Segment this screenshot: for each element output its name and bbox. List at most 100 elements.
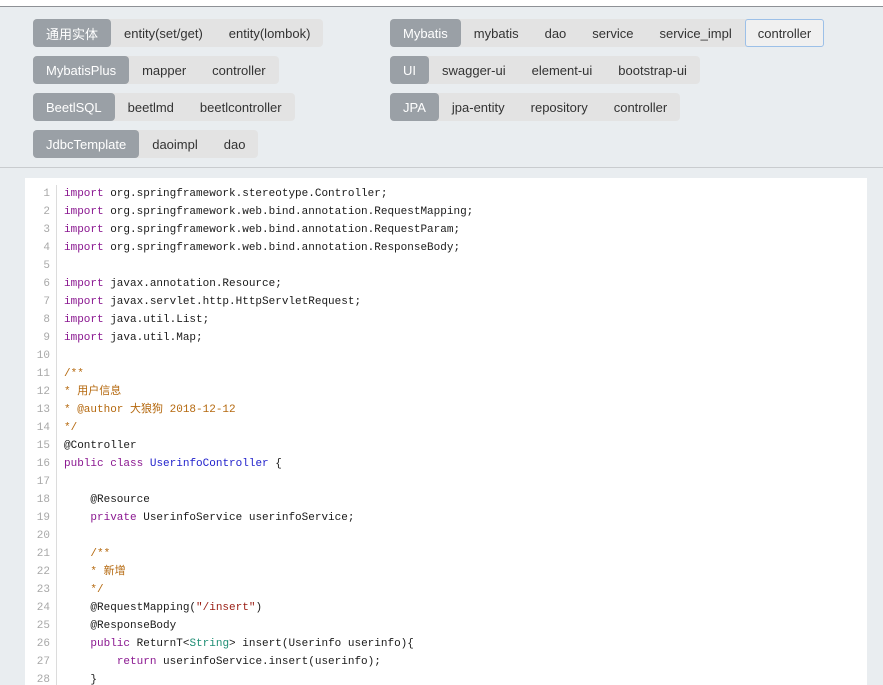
- code-segment: UserinfoController: [150, 458, 269, 470]
- generator-groups-left: 通用实体entity(set/get)entity(lombok)Mybatis…: [33, 19, 390, 167]
- code-segment: }: [64, 674, 97, 685]
- line-number: 14: [25, 419, 57, 437]
- code-segment: userinfoService.insert(userinfo);: [156, 656, 380, 668]
- code-segment: */: [64, 584, 104, 596]
- code-line: 9import java.util.Map;: [25, 329, 867, 347]
- code-line: 28 }: [25, 671, 867, 685]
- code-line: 24 @RequestMapping("/insert"): [25, 599, 867, 617]
- code-text: @Controller: [57, 437, 137, 455]
- code-segment: javax.annotation.Resource;: [104, 278, 282, 290]
- code-text: /**: [57, 365, 84, 383]
- tab-ui-swagger-ui[interactable]: swagger-ui: [429, 56, 519, 84]
- code-text: [57, 257, 64, 275]
- line-number: 15: [25, 437, 57, 455]
- code-segment: * @author 大狼狗 2018-12-12: [64, 404, 236, 416]
- line-number: 3: [25, 221, 57, 239]
- line-number: 2: [25, 203, 57, 221]
- code-text: * @author 大狼狗 2018-12-12: [57, 401, 236, 419]
- tab-jpa-controller[interactable]: controller: [601, 93, 680, 121]
- code-text: public class UserinfoController {: [57, 455, 282, 473]
- group-label-mybatis: Mybatis: [390, 19, 461, 47]
- code-text: * 新增: [57, 563, 126, 581]
- line-number: 24: [25, 599, 57, 617]
- tab-beetlsql-beetlmd[interactable]: beetlmd: [115, 93, 187, 121]
- code-text: return userinfoService.insert(userinfo);: [57, 653, 381, 671]
- tab-jpa-repository[interactable]: repository: [518, 93, 601, 121]
- tab-jpa-jpa-entity[interactable]: jpa-entity: [439, 93, 518, 121]
- code-line: 7import javax.servlet.http.HttpServletRe…: [25, 293, 867, 311]
- tab-mybatis-service-impl[interactable]: service_impl: [646, 19, 744, 47]
- tab-mybatis-controller[interactable]: controller: [745, 19, 824, 47]
- group-label-ui: UI: [390, 56, 429, 84]
- line-number: 28: [25, 671, 57, 685]
- code-line: 3import org.springframework.web.bind.ann…: [25, 221, 867, 239]
- code-line: 19 private UserinfoService userinfoServi…: [25, 509, 867, 527]
- code-segment: * 新增: [64, 566, 126, 578]
- code-panel[interactable]: 1import org.springframework.stereotype.C…: [25, 178, 867, 685]
- tab-mybatisplus-controller[interactable]: controller: [199, 56, 278, 84]
- generator-toolbar: 通用实体entity(set/get)entity(lombok) Mybatis…: [0, 7, 883, 168]
- tab-ui-element-ui[interactable]: element-ui: [519, 56, 606, 84]
- code-line: 20: [25, 527, 867, 545]
- code-line: 22 * 新增: [25, 563, 867, 581]
- tab-jdbctemplate-daoimpl[interactable]: daoimpl: [139, 130, 211, 158]
- line-number: 5: [25, 257, 57, 275]
- code-segment: private: [90, 512, 136, 524]
- code-segment: @Resource: [64, 494, 150, 506]
- code-segment: /**: [64, 368, 84, 380]
- button-group-通用实体: 通用实体entity(set/get)entity(lombok): [33, 19, 323, 47]
- code-text: import java.util.Map;: [57, 329, 203, 347]
- tab-ui-bootstrap-ui[interactable]: bootstrap-ui: [605, 56, 700, 84]
- code-line: 23 */: [25, 581, 867, 599]
- tab-beetlsql-beetlcontroller[interactable]: beetlcontroller: [187, 93, 295, 121]
- tab-mybatis-mybatis[interactable]: mybatis: [461, 19, 532, 47]
- code-segment: public: [90, 638, 130, 650]
- code-line: 17: [25, 473, 867, 491]
- tab-通用实体-entity-lombok[interactable]: entity(lombok): [216, 19, 324, 47]
- code-segment: class: [110, 458, 143, 470]
- tab-通用实体-entity-set-get[interactable]: entity(set/get): [111, 19, 216, 47]
- code-segment: import: [64, 188, 104, 200]
- code-text: @RequestMapping("/insert"): [57, 599, 262, 617]
- code-text: import javax.annotation.Resource;: [57, 275, 282, 293]
- code-segment: [143, 458, 150, 470]
- code-content: 1import org.springframework.stereotype.C…: [25, 185, 867, 685]
- tab-mybatis-service[interactable]: service: [579, 19, 646, 47]
- group-label-jpa: JPA: [390, 93, 439, 121]
- group-label-通用实体: 通用实体: [33, 19, 111, 47]
- generator-groups-right: Mybatismybatisdaoserviceservice_implcont…: [390, 19, 883, 167]
- code-text: */: [57, 419, 77, 437]
- code-segment: org.springframework.stereotype.Controlle…: [104, 188, 388, 200]
- code-segment: import: [64, 296, 104, 308]
- code-segment: [64, 638, 90, 650]
- code-segment: import: [64, 224, 104, 236]
- code-text: @Resource: [57, 491, 150, 509]
- tab-mybatis-dao[interactable]: dao: [532, 19, 580, 47]
- code-segment: import: [64, 242, 104, 254]
- code-line: 11/**: [25, 365, 867, 383]
- code-segment: @Controller: [64, 440, 137, 452]
- code-text: import org.springframework.web.bind.anno…: [57, 221, 460, 239]
- code-line: 25 @ResponseBody: [25, 617, 867, 635]
- button-group-jpa: JPAjpa-entityrepositorycontroller: [390, 93, 680, 121]
- line-number: 9: [25, 329, 57, 347]
- code-line: 21 /**: [25, 545, 867, 563]
- line-number: 27: [25, 653, 57, 671]
- tab-mybatisplus-mapper[interactable]: mapper: [129, 56, 199, 84]
- code-segment: @RequestMapping(: [64, 602, 196, 614]
- code-line: 27 return userinfoService.insert(userinf…: [25, 653, 867, 671]
- code-line: 4import org.springframework.web.bind.ann…: [25, 239, 867, 257]
- code-line: 1import org.springframework.stereotype.C…: [25, 185, 867, 203]
- tab-jdbctemplate-dao[interactable]: dao: [211, 130, 259, 158]
- code-segment: @ResponseBody: [64, 620, 176, 632]
- code-text: import java.util.List;: [57, 311, 209, 329]
- code-segment: [64, 656, 117, 668]
- line-number: 21: [25, 545, 57, 563]
- line-number: 19: [25, 509, 57, 527]
- code-segment: import: [64, 332, 104, 344]
- code-line: 13* @author 大狼狗 2018-12-12: [25, 401, 867, 419]
- code-text: public ReturnT<String> insert(Userinfo u…: [57, 635, 414, 653]
- code-text: import org.springframework.stereotype.Co…: [57, 185, 387, 203]
- group-row: 通用实体entity(set/get)entity(lombok): [33, 19, 390, 47]
- code-text: import org.springframework.web.bind.anno…: [57, 239, 460, 257]
